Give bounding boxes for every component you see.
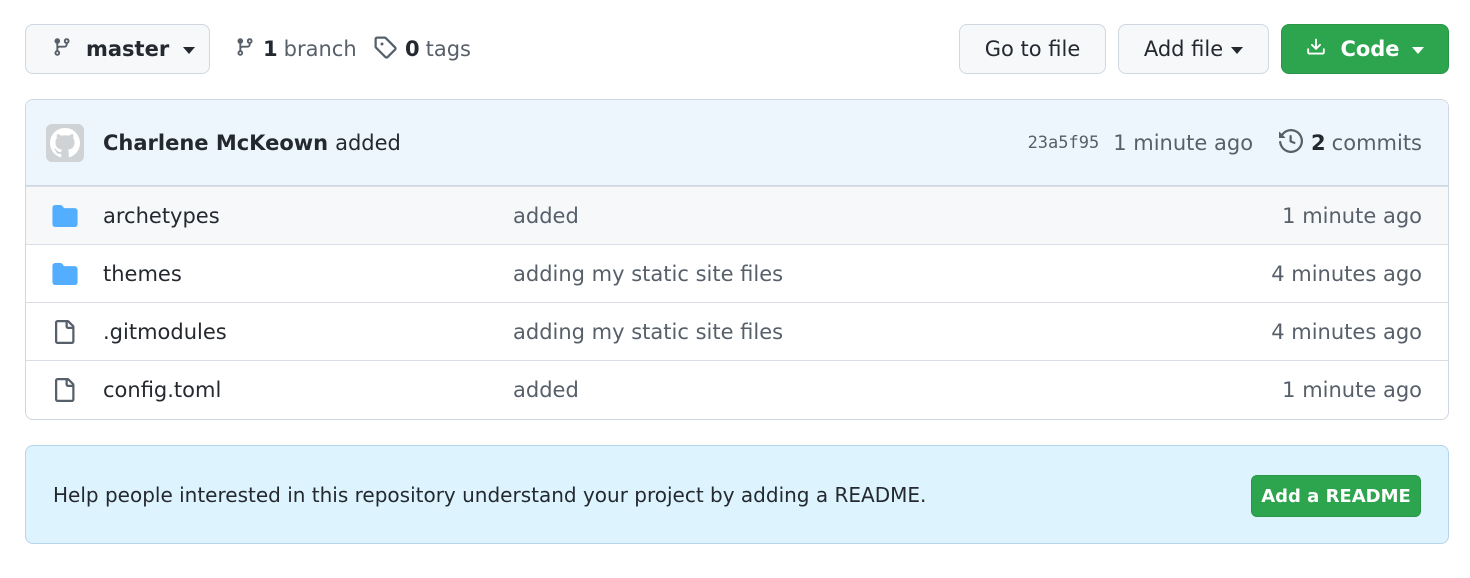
branches-link[interactable]: 1 branch: [235, 24, 357, 74]
go-to-file-label: Go to file: [984, 37, 1081, 61]
history-icon: [1279, 128, 1304, 158]
file-age: 4 minutes ago: [1271, 319, 1422, 344]
file-commit-message[interactable]: added: [513, 378, 579, 402]
code-button[interactable]: Code: [1281, 24, 1449, 74]
file-name[interactable]: themes: [103, 262, 182, 286]
git-branch-icon: [52, 36, 72, 63]
file-commit-message[interactable]: added: [513, 204, 579, 228]
commits-label: commits: [1331, 131, 1422, 155]
git-branch-icon: [235, 36, 255, 63]
table-row[interactable]: themes adding my static site files 4 min…: [26, 244, 1448, 302]
folder-icon: [52, 187, 78, 245]
branch-select-button[interactable]: master: [25, 24, 210, 74]
repo-toolbar: master 1 branch 0 tags Go to file Add fi…: [25, 24, 1449, 74]
readme-prompt: Help people interested in this repositor…: [25, 445, 1449, 544]
chevron-down-icon: [183, 46, 196, 54]
tag-icon: [373, 35, 397, 64]
commits-count: 2: [1311, 131, 1326, 155]
table-row[interactable]: archetypes added 1 minute ago: [26, 186, 1448, 244]
folder-icon: [52, 245, 78, 303]
go-to-file-button[interactable]: Go to file: [959, 24, 1106, 74]
file-commit-message[interactable]: adding my static site files: [513, 262, 783, 286]
tags-link[interactable]: 0 tags: [373, 24, 471, 74]
readme-prompt-text: Help people interested in this repositor…: [53, 482, 927, 507]
table-row[interactable]: config.toml added 1 minute ago: [26, 360, 1448, 418]
commit-time: 1 minute ago: [1113, 131, 1254, 155]
tag-count: 0: [405, 37, 420, 61]
file-icon: [52, 303, 76, 361]
avatar[interactable]: [46, 123, 84, 162]
commit-message[interactable]: added: [335, 131, 401, 155]
file-commit-message[interactable]: adding my static site files: [513, 320, 783, 344]
file-icon: [52, 361, 76, 419]
add-readme-button[interactable]: Add a README: [1251, 475, 1421, 517]
add-file-button[interactable]: Add file: [1118, 24, 1269, 74]
branch-label: branch: [283, 37, 357, 61]
add-file-label: Add file: [1143, 37, 1224, 61]
commit-author[interactable]: Charlene McKeown: [103, 131, 328, 155]
chevron-down-icon: [1231, 46, 1244, 54]
file-age: 1 minute ago: [1282, 203, 1422, 228]
file-name[interactable]: .gitmodules: [103, 320, 227, 344]
download-icon: [1306, 36, 1326, 63]
commit-details: 23a5f95 1 minute ago 2 commits: [1028, 100, 1422, 186]
file-age: 1 minute ago: [1282, 377, 1422, 402]
tag-label: tags: [425, 37, 471, 61]
table-row[interactable]: .gitmodules adding my static site files …: [26, 302, 1448, 360]
file-browser: Charlene McKeown added 23a5f95 1 minute …: [25, 99, 1449, 420]
file-name[interactable]: config.toml: [103, 378, 221, 402]
branch-count: 1: [263, 37, 278, 61]
file-name[interactable]: archetypes: [103, 204, 220, 228]
branch-name: master: [86, 37, 170, 61]
github-mark-icon: [50, 127, 80, 157]
commits-link[interactable]: 2 commits: [1279, 128, 1422, 158]
commit-sha[interactable]: 23a5f95: [1028, 133, 1100, 153]
file-age: 4 minutes ago: [1271, 261, 1422, 286]
latest-commit-bar: Charlene McKeown added 23a5f95 1 minute …: [26, 100, 1448, 186]
chevron-down-icon: [1411, 46, 1424, 54]
code-label: Code: [1340, 37, 1400, 61]
